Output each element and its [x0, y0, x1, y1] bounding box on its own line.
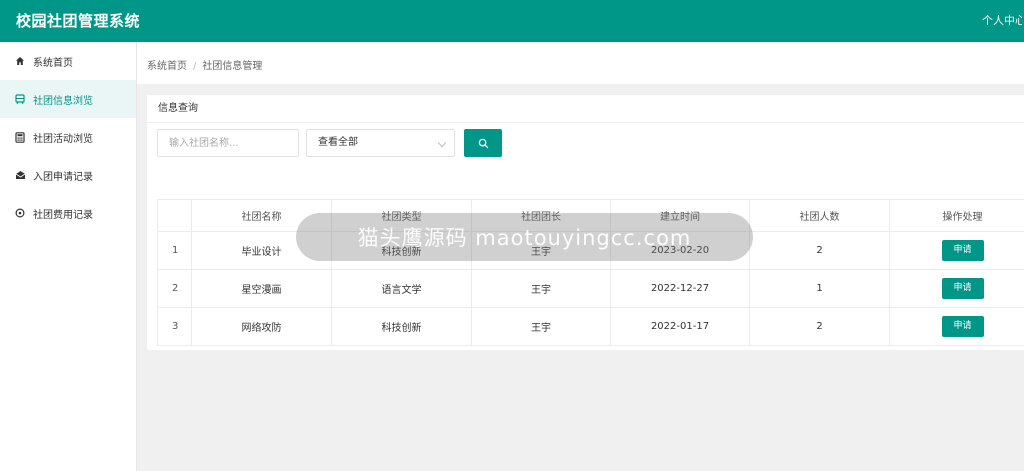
row-index: 1 [157, 231, 192, 270]
breadcrumb-separator: / [193, 61, 197, 72]
cell-member-count: 1 [749, 269, 890, 308]
circle-info-icon [13, 208, 27, 218]
cell-actions: 申请 [889, 307, 1024, 346]
table-row: 3 网络攻防 科技创新 王宇 2022-01-17 2 申请 [157, 307, 1024, 346]
cell-founded-date: 2022-01-17 [610, 307, 750, 346]
sidebar-item-label: 系统首页 [33, 57, 73, 69]
search-button[interactable] [464, 129, 502, 157]
sidebar-item-label: 社团费用记录 [33, 209, 93, 221]
apply-button[interactable]: 申请 [941, 240, 984, 261]
sidebar-item-club-info[interactable]: 社团信息浏览 [0, 80, 136, 118]
sidebar-item-join-records[interactable]: 入团申请记录 [0, 156, 136, 194]
app-title: 校园社团管理系统 [16, 12, 141, 30]
sidebar-item-fee-records[interactable]: 社团费用记录 [0, 194, 136, 232]
club-type-select[interactable]: 查看全部 [306, 129, 455, 157]
header-index [157, 199, 192, 232]
watermark-overlay: 猫头鹰源码 maotouyingcc.com [296, 213, 753, 261]
row-index: 2 [157, 269, 192, 308]
envelope-open-icon [13, 170, 27, 180]
breadcrumb-home[interactable]: 系统首页 [147, 61, 187, 72]
cell-founded-date: 2022-12-27 [610, 269, 750, 308]
chevron-down-icon [437, 138, 447, 148]
sidebar-item-label: 入团申请记录 [33, 171, 93, 183]
cell-club-type: 科技创新 [331, 307, 472, 346]
cell-member-count: 2 [749, 231, 890, 270]
cell-actions: 申请 [889, 231, 1024, 270]
sidebar-item-label: 社团信息浏览 [33, 95, 93, 107]
apply-button[interactable]: 申请 [941, 278, 984, 299]
sidebar-item-club-activities[interactable]: 社团活动浏览 [0, 118, 136, 156]
club-name-search-input[interactable] [157, 129, 299, 157]
cell-member-count: 2 [749, 307, 890, 346]
sidebar-item-label: 社团活动浏览 [33, 133, 93, 145]
search-card-title: 信息查询 [147, 95, 1024, 123]
cell-club-leader: 王宇 [471, 269, 611, 308]
breadcrumb-current: 社团信息管理 [202, 61, 263, 72]
cell-club-name: 星空漫画 [191, 269, 332, 308]
search-icon [478, 138, 488, 148]
user-center-link[interactable]: 个人中心 [982, 12, 1022, 28]
header-member-count: 社团人数 [749, 199, 890, 232]
list-icon [13, 93, 27, 105]
cell-club-name: 网络攻防 [191, 307, 332, 346]
breadcrumb: 系统首页 / 社团信息管理 [147, 57, 262, 72]
sidebar-item-home[interactable]: 系统首页 [0, 42, 136, 80]
table-row: 2 星空漫画 语言文学 王宇 2022-12-27 1 申请 [157, 269, 1024, 308]
cell-club-type: 语言文学 [331, 269, 472, 308]
sidebar: 系统首页 社团信息浏览 社团活动浏览 入团申请记录 社团费用记录 [0, 42, 137, 471]
top-header: 校园社团管理系统 个人中心 [0, 0, 1024, 42]
cell-club-leader: 王宇 [471, 307, 611, 346]
cell-actions: 申请 [889, 269, 1024, 308]
club-type-select-value: 查看全部 [318, 137, 358, 148]
row-index: 3 [157, 307, 192, 346]
header-actions: 操作处理 [889, 199, 1024, 232]
apply-button[interactable]: 申请 [941, 316, 984, 337]
calculator-icon [13, 131, 27, 143]
home-icon [13, 56, 27, 66]
breadcrumb-bar: 系统首页 / 社团信息管理 [137, 42, 1024, 84]
